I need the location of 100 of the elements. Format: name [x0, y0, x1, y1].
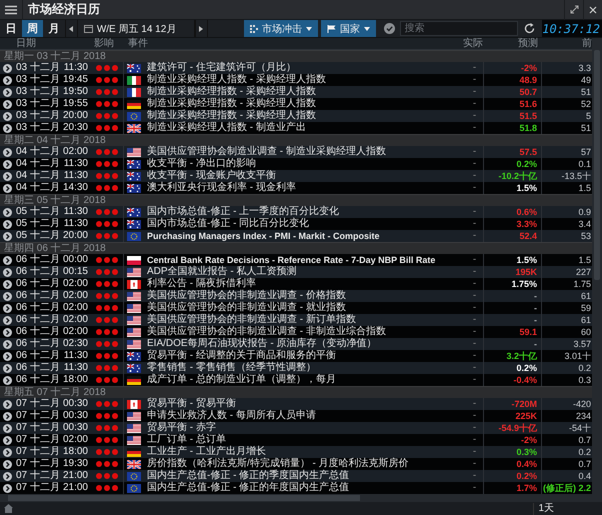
- actual-cell: -: [472, 290, 476, 301]
- scrollbar[interactable]: [592, 38, 602, 494]
- event-cell-text: 工业生产 - 工业产出月增长: [146, 446, 267, 458]
- expand-icon[interactable]: [2, 448, 12, 456]
- actual-cell: -: [472, 446, 476, 457]
- filter-dropdown[interactable]: 市场冲击: [244, 20, 318, 37]
- expand-icon[interactable]: [2, 436, 12, 444]
- forecast-cell: 52.4: [519, 231, 537, 241]
- flag-icon: [127, 424, 141, 432]
- event-cell-text: 制造业采购经理人指数 - 采购经理人指数: [146, 74, 327, 86]
- expand-icon[interactable]: [2, 352, 12, 360]
- actual-cell: -: [472, 254, 476, 265]
- close-icon[interactable]: [589, 6, 597, 14]
- expand-icon[interactable]: [2, 172, 12, 180]
- expand-icon[interactable]: [2, 340, 12, 348]
- refresh-icon[interactable]: [524, 23, 536, 34]
- expand-icon[interactable]: [2, 472, 12, 480]
- date-cell-text: 04 十二月: [15, 182, 60, 194]
- expand-icon[interactable]: [2, 484, 12, 492]
- search-field[interactable]: 搜索: [400, 21, 518, 36]
- expand-icon[interactable]: [2, 256, 12, 264]
- flag-icon: [127, 112, 141, 120]
- actual-cell: -: [472, 122, 476, 133]
- event-cell-text: 国内市场总值-修正 - 同比百分比变化: [146, 218, 310, 230]
- expand-icon[interactable]: [2, 208, 12, 216]
- forecast-cell: 50.7: [519, 87, 537, 97]
- time-cell-text: 11:30: [62, 158, 89, 170]
- flag-icon: [127, 232, 141, 240]
- scrollbar[interactable]: [0, 494, 602, 502]
- expand-icon[interactable]: [2, 268, 12, 276]
- flag-icon: [127, 448, 141, 456]
- flag-icon: [127, 304, 141, 312]
- expand-icon[interactable]: [2, 412, 12, 420]
- expand-icon[interactable]: [2, 112, 12, 120]
- next-icon[interactable]: [199, 26, 204, 32]
- time-cell-text: 11:30: [62, 206, 89, 218]
- time-cell-text: 19:55: [62, 98, 89, 110]
- actual-cell: -: [472, 86, 476, 97]
- time-cell-text: 20:00: [62, 230, 89, 242]
- previous-icon[interactable]: [69, 26, 74, 32]
- time-cell-text: 20:30: [62, 122, 89, 134]
- caret-icon: [306, 26, 312, 30]
- expand-icon[interactable]: [2, 460, 12, 468]
- event-cell-text: 制造业采购经理人指数 - 制造业产出: [146, 122, 307, 134]
- date-cell-text: 03 十二月: [15, 74, 60, 86]
- date-cell-text: 07 十二月: [15, 398, 60, 410]
- date-cell-text: 06 十二月: [15, 362, 60, 374]
- expand-icon[interactable]: [2, 160, 12, 168]
- flag-icon: [327, 24, 336, 32]
- expand-icon[interactable]: [2, 64, 12, 72]
- expand-icon[interactable]: [2, 304, 12, 312]
- forecast-cell: 51.8: [519, 123, 537, 133]
- previous-cell: 51: [580, 123, 591, 133]
- actual-cell: -: [472, 74, 476, 85]
- date-cell-text: 06 十二月: [15, 350, 60, 362]
- group-header: 星期一 03 十二月 2018: [0, 50, 592, 62]
- expand-icon[interactable]: [570, 5, 578, 14]
- event-cell-text: 制造业采购经理指数 - 采购经理人指数: [146, 86, 317, 98]
- event-cell-text: 贸易平衡 - 赤字: [146, 422, 217, 434]
- expand-icon[interactable]: [2, 148, 12, 156]
- expand-icon[interactable]: [2, 184, 12, 192]
- filter-dropdown[interactable]: 国家: [321, 20, 376, 37]
- actual-cell: -: [472, 278, 476, 289]
- date-cell-text: 03 十二月: [15, 62, 60, 74]
- event-cell-text: 国内市场总值-修正 - 上一季度的百分比变化: [146, 206, 340, 218]
- forecast-cell: 0.3%: [516, 447, 537, 457]
- event-cell-text: 美国供应管理协会制造业调查 - 制造业采购经理人指数: [146, 146, 387, 158]
- time-cell-text: 18:00: [62, 374, 89, 386]
- expand-icon[interactable]: [2, 76, 12, 84]
- date-cell-text: 06 十二月: [15, 374, 60, 386]
- expand-icon[interactable]: [2, 220, 12, 228]
- expand-icon[interactable]: [2, 232, 12, 240]
- expand-icon[interactable]: [2, 424, 12, 432]
- previous-cell: 60: [580, 327, 591, 337]
- event-cell-text: 制造业采购经理指数 - 采购经理人指数: [146, 98, 317, 110]
- expand-icon[interactable]: [2, 400, 12, 408]
- flag-icon: [127, 340, 141, 348]
- event-cell-text: 申请失业救济人数 - 每周所有人员申请: [146, 410, 317, 422]
- date-cell-text: 04 十二月: [15, 158, 60, 170]
- expand-icon[interactable]: [2, 100, 12, 108]
- expand-icon[interactable]: [2, 124, 12, 132]
- previous-cell: 3.01十: [564, 351, 591, 361]
- expand-icon[interactable]: [2, 376, 12, 384]
- range-label[interactable]: 1天: [533, 502, 558, 514]
- event-cell-text: ADP全国就业报告 - 私人工资预测: [146, 266, 298, 278]
- check-icon[interactable]: [384, 23, 395, 34]
- date-cell-text: 06 十二月: [15, 302, 60, 314]
- flag-icon: [127, 316, 141, 324]
- previous-cell: 0.1: [578, 159, 591, 169]
- flag-icon: [127, 460, 141, 468]
- expand-icon[interactable]: [2, 328, 12, 336]
- column-header: 日期: [15, 38, 37, 50]
- view-tab[interactable]: 周: [22, 20, 44, 37]
- expand-icon[interactable]: [2, 88, 12, 96]
- expand-icon[interactable]: [2, 292, 12, 300]
- actual-cell: -: [472, 170, 476, 181]
- expand-icon[interactable]: [2, 316, 12, 324]
- flag-icon: [127, 64, 141, 72]
- expand-icon[interactable]: [2, 364, 12, 372]
- expand-icon[interactable]: [2, 280, 12, 288]
